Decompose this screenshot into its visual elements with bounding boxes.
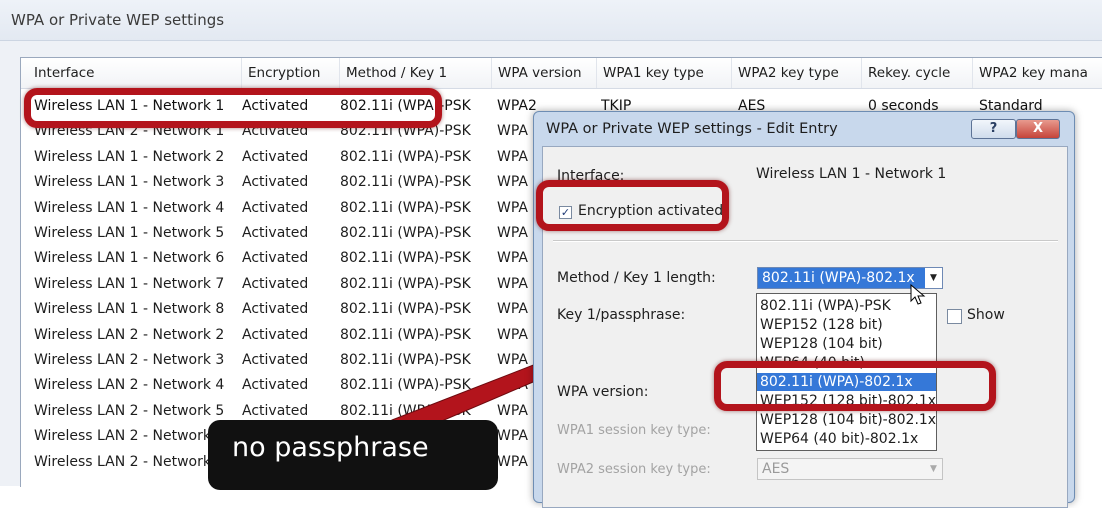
dropdown-option[interactable]: WEP128 (104 bit)-802.1x xyxy=(757,411,936,429)
method-label: Method / Key 1 length: xyxy=(557,270,716,286)
chevron-down-icon[interactable]: ▼ xyxy=(925,459,942,479)
wpa2-session-key-select[interactable]: AES ▼ xyxy=(757,458,943,480)
annotation-callout: no passphrase xyxy=(208,420,498,490)
wpa1-session-key-label: WPA1 session key type: xyxy=(557,423,711,438)
wpa2-session-key-value: AES xyxy=(762,461,790,477)
show-label[interactable]: Show xyxy=(967,307,1005,323)
close-button[interactable]: X xyxy=(1016,119,1060,139)
method-select-value: 802.11i (WPA)-802.1x xyxy=(762,270,915,286)
highlight-ring-selected-option xyxy=(714,361,996,411)
highlight-ring-encryption xyxy=(536,180,729,231)
help-button[interactable]: ? xyxy=(971,119,1016,139)
mouse-cursor-icon xyxy=(910,284,926,305)
dropdown-option[interactable]: WEP64 (40 bit)-802.1x xyxy=(757,430,936,448)
callout-text: no passphrase xyxy=(232,432,429,463)
separator xyxy=(553,240,1058,242)
dropdown-option[interactable]: WEP128 (104 bit) xyxy=(757,335,936,353)
dialog-title: WPA or Private WEP settings - Edit Entry xyxy=(546,121,838,137)
wpa2-session-key-label: WPA2 session key type: xyxy=(557,462,711,477)
wpa-version-label: WPA version: xyxy=(557,384,649,400)
passphrase-label: Key 1/passphrase: xyxy=(557,307,686,323)
show-checkbox[interactable] xyxy=(947,309,962,324)
interface-value: Wireless LAN 1 - Network 1 xyxy=(756,166,947,182)
dropdown-option[interactable]: WEP152 (128 bit) xyxy=(757,316,936,334)
